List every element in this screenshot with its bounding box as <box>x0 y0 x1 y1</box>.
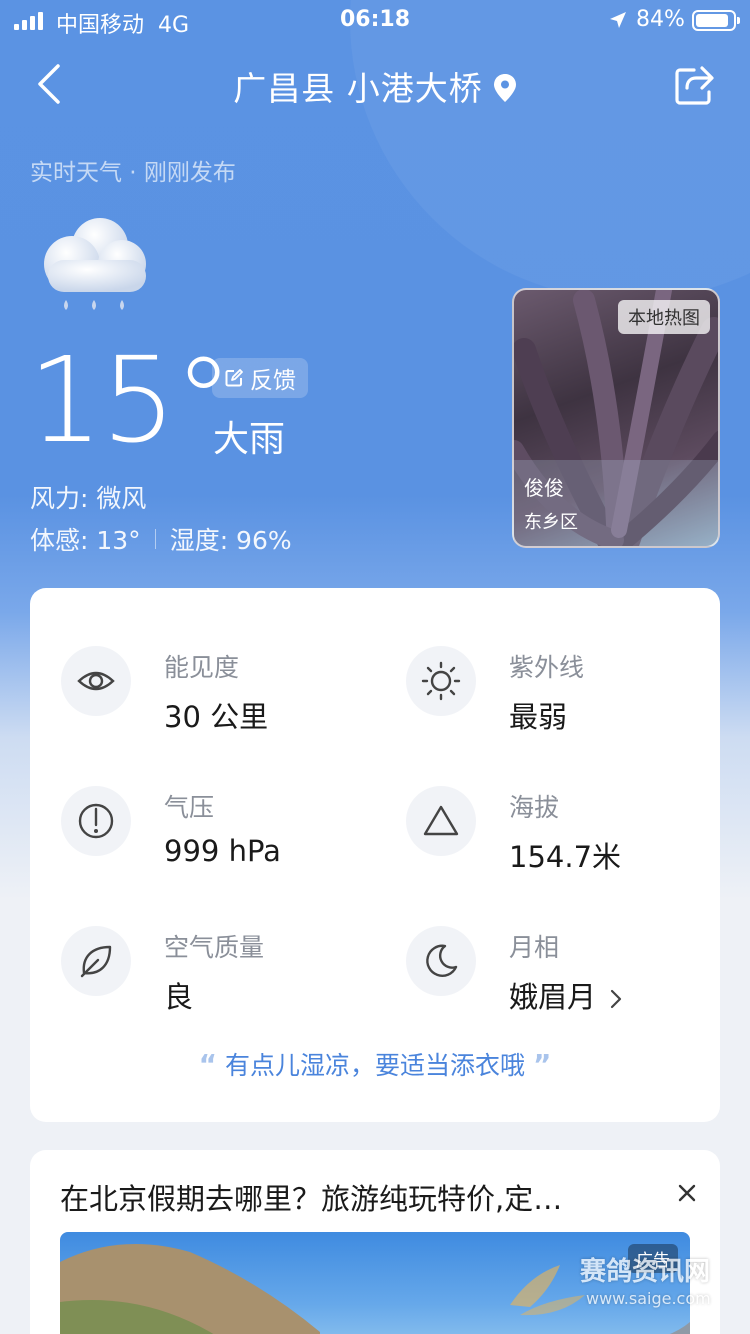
feels-like: 体感: 13° <box>30 526 141 555</box>
uv-label: 紫外线 <box>509 653 585 682</box>
update-status: 实时天气 · 刚刚发布 <box>30 160 236 186</box>
location-arrow-icon <box>610 12 626 28</box>
leaf-icon <box>61 926 131 996</box>
hero-decoration <box>350 0 750 300</box>
moon-icon <box>406 926 476 996</box>
weather-details-card: 能见度 30 公里 紫外线 最弱 气压 999 hPa 海拔 154.7米 空气… <box>30 588 720 1122</box>
weather-condition: 大雨 <box>213 419 286 460</box>
battery-icon <box>692 10 740 31</box>
pressure-item: 气压 999 hPa <box>61 786 361 868</box>
pigeon-logo <box>510 1265 585 1316</box>
pressure-label: 气压 <box>164 793 215 822</box>
divider <box>154 529 156 549</box>
mountain-icon <box>406 786 476 856</box>
status-bar: 中国移动 4G 06:18 84% <box>0 0 750 40</box>
uv-value: 最弱 <box>509 700 568 734</box>
wind-level: 风力: 微风 <box>30 484 147 513</box>
edit-icon <box>225 369 243 387</box>
share-icon[interactable] <box>672 62 716 106</box>
location-title[interactable]: 广昌县 小港大桥 <box>0 62 750 110</box>
uv-item: 紫外线 最弱 <box>406 646 706 734</box>
air-quality-item[interactable]: 空气质量 良 <box>61 926 361 1014</box>
weather-tip: “ 有点儿湿凉，要适当添衣哦 ” <box>30 1046 720 1082</box>
ad-title[interactable]: 在北京假期去哪里？旅游纯玩特价,定… <box>60 1176 640 1218</box>
cloud-rain-icon <box>44 218 146 310</box>
location-pin-icon <box>493 74 516 102</box>
feedback-button[interactable]: 反馈 <box>212 358 308 398</box>
altitude-value: 154.7米 <box>509 840 622 874</box>
humidity: 湿度: 96% <box>169 526 292 555</box>
air-quality-value: 良 <box>164 980 194 1014</box>
eye-icon <box>61 646 131 716</box>
gauge-icon <box>61 786 131 856</box>
tip-text: 有点儿湿凉，要适当添衣哦 <box>224 1051 525 1080</box>
close-icon[interactable] <box>674 1180 700 1206</box>
location-name: 广昌县 小港大桥 <box>233 69 483 108</box>
sun-icon <box>406 646 476 716</box>
altitude-label: 海拔 <box>509 793 560 822</box>
pressure-value: 999 hPa <box>164 834 281 868</box>
visibility-item: 能见度 30 公里 <box>61 646 361 734</box>
moon-phase-label: 月相 <box>509 933 560 962</box>
moon-phase-value: 娥眉月 <box>509 980 597 1014</box>
chevron-right-icon <box>610 989 622 1009</box>
close-quote-icon: ” <box>532 1048 552 1081</box>
photo-area: 东乡区 <box>524 512 578 533</box>
watermark-url: www.saige.com <box>586 1289 711 1308</box>
feels-humidity-row: 体感: 13° 湿度: 96% <box>30 521 292 557</box>
local-photo-card[interactable]: 本地热图 俊俊 东乡区 <box>512 288 720 548</box>
open-quote-icon: “ <box>198 1048 218 1081</box>
visibility-label: 能见度 <box>164 653 240 682</box>
photo-tag: 本地热图 <box>618 300 710 334</box>
visibility-value: 30 公里 <box>164 700 269 734</box>
moon-phase-item[interactable]: 月相 娥眉月 <box>406 926 706 1014</box>
site-watermark: 赛鸽资讯网 www.saige.com <box>500 1245 740 1325</box>
altitude-item: 海拔 154.7米 <box>406 786 706 874</box>
current-temperature: 15° <box>28 331 233 469</box>
watermark-text: 赛鸽资讯网 <box>580 1257 711 1287</box>
battery-percent: 84% <box>636 7 685 32</box>
feedback-label: 反馈 <box>250 368 296 394</box>
moon-phase-value-row: 娥眉月 <box>509 974 622 1016</box>
photo-author: 俊俊 <box>524 476 564 500</box>
air-quality-label: 空气质量 <box>164 933 265 962</box>
